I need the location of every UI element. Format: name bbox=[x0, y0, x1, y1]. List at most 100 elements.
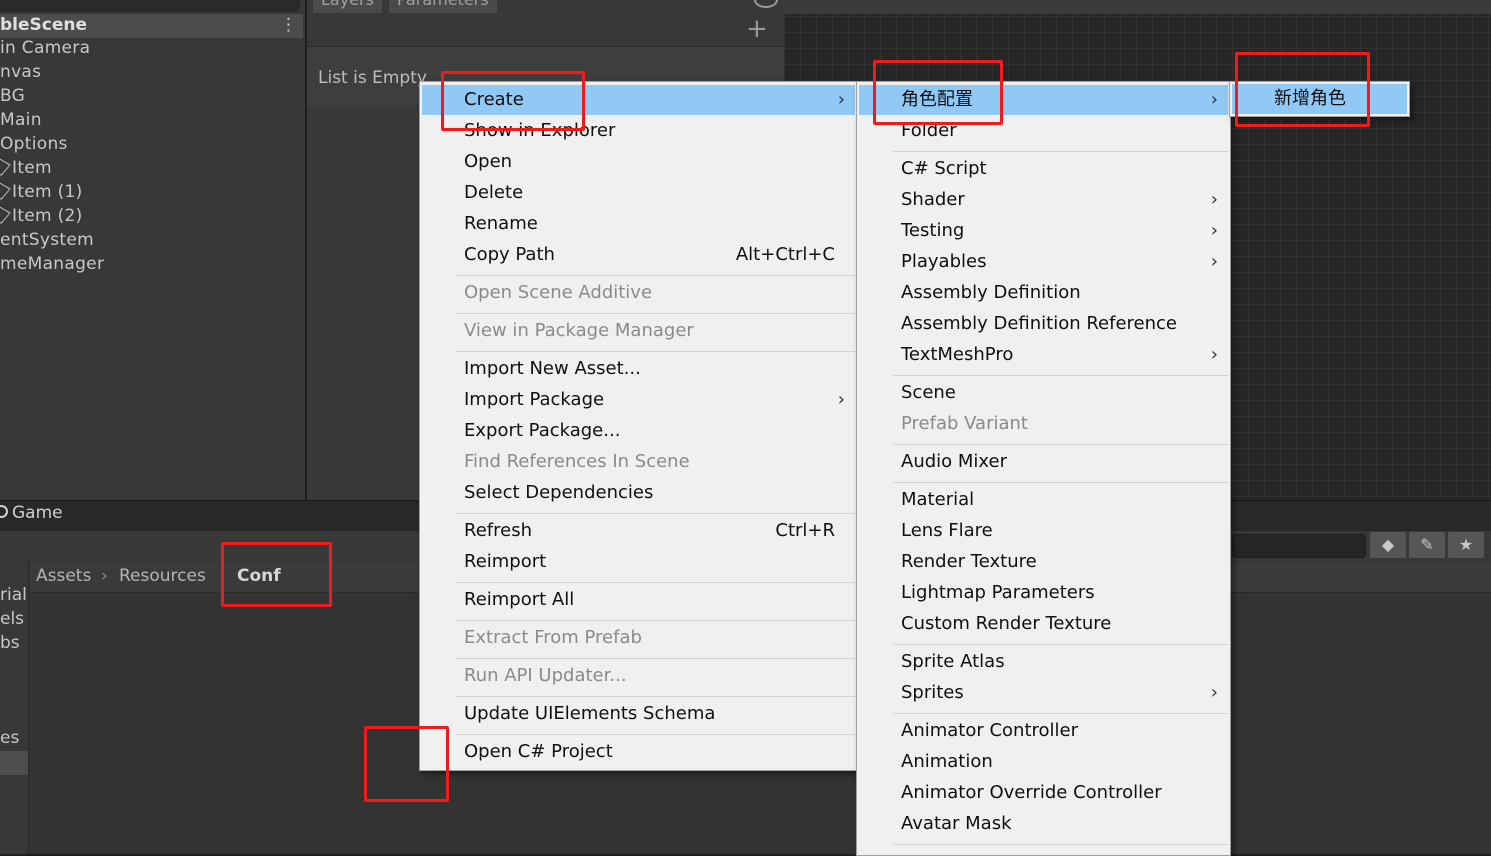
menu-item-lightmap-parameters[interactable]: Lightmap Parameters bbox=[859, 578, 1228, 608]
project-search-input[interactable] bbox=[1232, 534, 1366, 558]
breadcrumb-resources[interactable]: Resources bbox=[119, 566, 206, 586]
menu-item-label: Select Dependencies bbox=[464, 482, 654, 503]
menu-separator bbox=[456, 274, 855, 276]
hierarchy-item[interactable]: in Camera bbox=[0, 38, 90, 62]
menu-separator bbox=[456, 619, 855, 621]
menu-item-shortcut: Ctrl+R bbox=[775, 520, 835, 541]
menu-item-assembly-definition-reference[interactable]: Assembly Definition Reference bbox=[859, 309, 1228, 339]
menu-item-delete[interactable]: Delete bbox=[422, 178, 855, 208]
tab-game[interactable]: Game bbox=[0, 503, 63, 523]
context-menu-create: 角色配置 › Folder C# Script Shader › Testing › Playa… bbox=[856, 81, 1231, 856]
filter-by-type-icon[interactable]: ◆ bbox=[1370, 532, 1406, 558]
menu-item-label: Export Package... bbox=[464, 420, 621, 441]
menu-item-label: Refresh bbox=[464, 520, 532, 541]
menu-item-import-package[interactable]: Import Package › bbox=[422, 385, 855, 415]
menu-item-material[interactable]: Material bbox=[859, 485, 1228, 515]
menu-item-export-package[interactable]: Export Package... bbox=[422, 416, 855, 446]
hierarchy-item[interactable]: Main bbox=[0, 110, 42, 134]
breadcrumb-assets[interactable]: Assets bbox=[36, 566, 91, 586]
menu-item-c-script[interactable]: C# Script bbox=[859, 154, 1228, 184]
menu-item-label: Animator Override Controller bbox=[901, 782, 1162, 803]
tab-parameters[interactable]: Parameters bbox=[389, 0, 497, 13]
hierarchy-item[interactable]: Item bbox=[0, 158, 52, 182]
menu-item-label: Import New Asset... bbox=[464, 358, 641, 379]
menu-item-refresh[interactable]: Refresh Ctrl+R bbox=[422, 516, 855, 546]
menu-item-view-in-package-manager: View in Package Manager bbox=[422, 316, 855, 346]
tree-item[interactable]: es bbox=[0, 728, 19, 748]
menu-item-reimport-all[interactable]: Reimport All bbox=[422, 585, 855, 615]
menu-item-shader[interactable]: Shader › bbox=[859, 185, 1228, 215]
tree-item[interactable]: bs bbox=[0, 633, 20, 653]
chevron-right-icon: › bbox=[837, 389, 845, 410]
menu-separator bbox=[893, 150, 1228, 152]
menu-item-animation[interactable]: Animation bbox=[859, 747, 1228, 777]
animator-tabs: Layers Parameters bbox=[307, 0, 784, 14]
menu-item-label: Animation bbox=[901, 751, 993, 772]
gameobject-cube-icon bbox=[0, 206, 11, 224]
tab-layers[interactable]: Layers bbox=[313, 0, 382, 13]
menu-separator bbox=[893, 481, 1228, 483]
menu-item-sprites[interactable]: Sprites › bbox=[859, 678, 1228, 708]
menu-item-shortcut: Alt+Ctrl+C bbox=[735, 244, 835, 265]
menu-item-scene[interactable]: Scene bbox=[859, 378, 1228, 408]
menu-item-label: C# Script bbox=[901, 158, 987, 179]
menu-item-label: Open Scene Additive bbox=[464, 282, 653, 303]
hierarchy-scene-header[interactable]: bleScene ⋮ bbox=[0, 14, 303, 38]
menu-item-animator-controller[interactable]: Animator Controller bbox=[859, 716, 1228, 746]
tree-item[interactable]: els bbox=[0, 609, 24, 629]
hierarchy-item-label: entSystem bbox=[0, 230, 94, 250]
menu-item-label: TextMeshPro bbox=[901, 344, 1014, 365]
menu-item-label: Reimport bbox=[464, 551, 547, 572]
menu-item-import-new-asset[interactable]: Import New Asset... bbox=[422, 354, 855, 384]
chevron-right-icon: › bbox=[837, 89, 845, 110]
menu-separator bbox=[456, 657, 855, 659]
menu-item-avatar-mask[interactable]: Avatar Mask bbox=[859, 809, 1228, 839]
hierarchy-item[interactable]: BG bbox=[0, 86, 25, 110]
favorite-star-icon[interactable]: ★ bbox=[1448, 532, 1484, 558]
menu-item-label: Shader bbox=[901, 189, 965, 210]
menu-item-label: Testing bbox=[901, 220, 965, 241]
kebab-menu-icon[interactable]: ⋮ bbox=[280, 15, 297, 35]
menu-item-open[interactable]: Open bbox=[422, 147, 855, 177]
menu-item-rename[interactable]: Rename bbox=[422, 209, 855, 239]
menu-separator bbox=[893, 843, 1228, 845]
menu-item-label: Material bbox=[901, 489, 975, 510]
tree-item[interactable]: rial bbox=[0, 585, 27, 605]
menu-item-playables[interactable]: Playables › bbox=[859, 247, 1228, 277]
menu-item-label: Update UIElements Schema bbox=[464, 703, 716, 724]
menu-item-open-scene-additive: Open Scene Additive bbox=[422, 278, 855, 308]
menu-item-label: Scene bbox=[901, 382, 956, 403]
hierarchy-item[interactable]: Item (1) bbox=[0, 182, 83, 206]
menu-item-copy-path[interactable]: Copy Path Alt+Ctrl+C bbox=[422, 240, 855, 270]
menu-item-assembly-definition[interactable]: Assembly Definition bbox=[859, 278, 1228, 308]
hierarchy-item[interactable]: nvas bbox=[0, 62, 41, 86]
menu-item-label: Lightmap Parameters bbox=[901, 582, 1095, 603]
menu-item-label: Sprite Atlas bbox=[901, 651, 1005, 672]
menu-item-select-dependencies[interactable]: Select Dependencies bbox=[422, 478, 855, 508]
hierarchy-item[interactable]: Options bbox=[0, 134, 68, 158]
hierarchy-item[interactable]: entSystem bbox=[0, 230, 94, 254]
plus-icon[interactable]: + bbox=[746, 16, 768, 42]
hierarchy-item[interactable]: meManager bbox=[0, 254, 104, 278]
menu-item-label: View in Package Manager bbox=[464, 320, 694, 341]
menu-item-reimport[interactable]: Reimport bbox=[422, 547, 855, 577]
menu-item-open-c-project[interactable]: Open C# Project bbox=[422, 737, 855, 767]
menu-item-label: Prefab Variant bbox=[901, 413, 1028, 434]
menu-item-label: Open C# Project bbox=[464, 741, 613, 762]
chevron-right-icon: › bbox=[1210, 344, 1218, 365]
menu-item-render-texture[interactable]: Render Texture bbox=[859, 547, 1228, 577]
annotation-box-role-config bbox=[873, 60, 1003, 125]
menu-item-lens-flare[interactable]: Lens Flare bbox=[859, 516, 1228, 546]
menu-item-sprite-atlas[interactable]: Sprite Atlas bbox=[859, 647, 1228, 677]
menu-item-textmeshpro[interactable]: TextMeshPro › bbox=[859, 340, 1228, 370]
label-tag-icon[interactable]: ✎ bbox=[1409, 532, 1445, 558]
scene-name: bleScene bbox=[0, 15, 88, 35]
menu-item-testing[interactable]: Testing › bbox=[859, 216, 1228, 246]
menu-item-label: Open bbox=[464, 151, 513, 172]
menu-item-label: Render Texture bbox=[901, 551, 1037, 572]
menu-item-custom-render-texture[interactable]: Custom Render Texture bbox=[859, 609, 1228, 639]
menu-item-animator-override-controller[interactable]: Animator Override Controller bbox=[859, 778, 1228, 808]
menu-item-update-uielements-schema[interactable]: Update UIElements Schema bbox=[422, 699, 855, 729]
hierarchy-item[interactable]: Item (2) bbox=[0, 206, 83, 230]
menu-item-audio-mixer[interactable]: Audio Mixer bbox=[859, 447, 1228, 477]
